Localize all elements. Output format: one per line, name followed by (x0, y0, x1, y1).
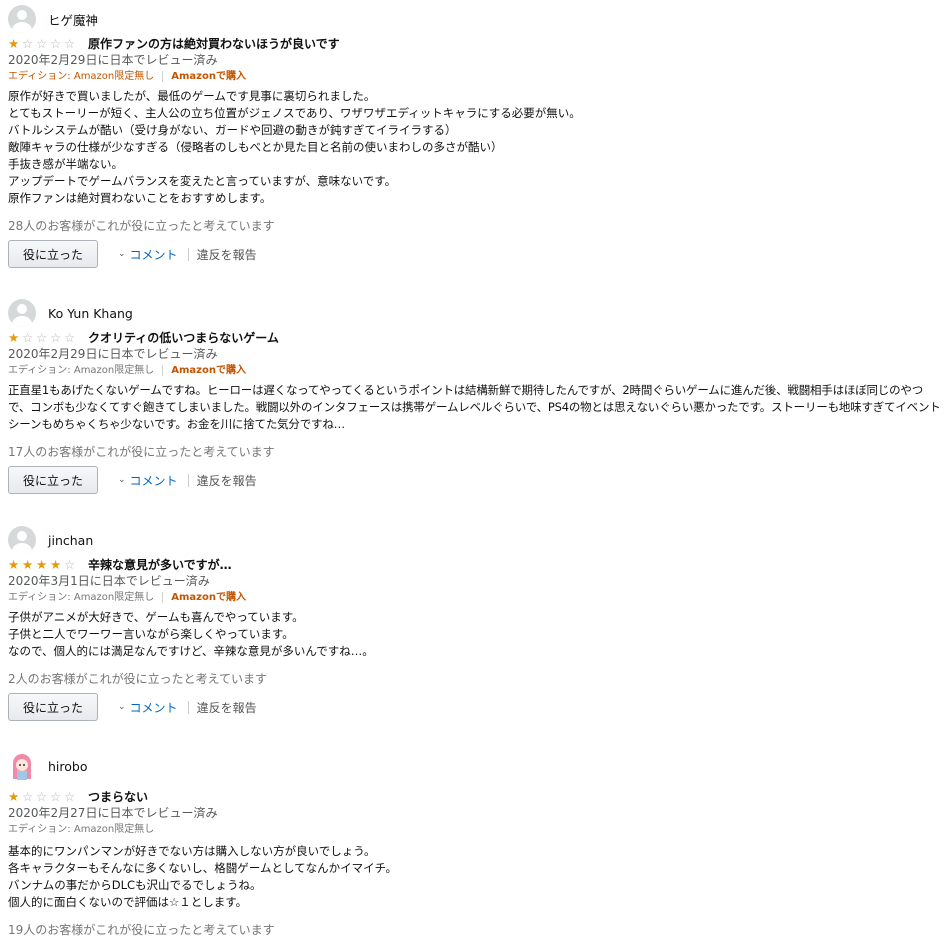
helpful-button[interactable]: 役に立った (8, 693, 98, 721)
star-rating[interactable]: ★ ☆ ☆ ☆ ☆ (8, 35, 78, 51)
review-date: 2020年2月27日に日本でレビュー済み (8, 806, 218, 820)
anime-avatar (8, 752, 36, 780)
divider (162, 592, 164, 603)
verified-purchase-badge: Amazonで購入 (171, 365, 246, 376)
comment-label: コメント (129, 247, 178, 262)
chevron-down-icon: ⌄ (118, 475, 126, 485)
edition-label: エディション: Amazon限定無し (8, 592, 155, 603)
verified-purchase-badge: Amazonで購入 (171, 592, 246, 603)
helpful-count: 2人のお客様がこれが役に立ったと考えています (8, 672, 268, 686)
avatar (8, 526, 36, 554)
star-empty-icon: ☆ (22, 788, 34, 804)
comment-link[interactable]: ⌄ コメント (118, 246, 178, 263)
star-filled-icon: ★ (8, 35, 20, 51)
star-empty-icon: ☆ (64, 788, 76, 804)
review-line: 基本的にワンパンマンが好きでない方は購入しない方が良いでしょう。 (8, 844, 376, 858)
review-date: 2020年3月1日に日本でレビュー済み (8, 574, 210, 588)
divider (162, 71, 164, 82)
star-rating[interactable]: ★ ★ ★ ★ ☆ (8, 556, 78, 572)
reviewer-profile[interactable]: Ko Yun Khang (8, 298, 944, 328)
review-date: 2020年2月29日に日本でレビュー済み (8, 347, 218, 361)
star-empty-icon: ☆ (64, 35, 76, 51)
helpful-button[interactable]: 役に立った (8, 240, 98, 268)
helpful-count: 28人のお客様がこれが役に立ったと考えています (8, 219, 275, 233)
review-line: 子供がアニメが大好きで、ゲームも喜んでやっています。 (8, 610, 304, 624)
report-abuse-link[interactable]: 違反を報告 (197, 246, 257, 263)
reviewer-name[interactable]: hirobo (48, 759, 88, 774)
review-line: 子供と二人でワーワー言いながら楽しくやっています。 (8, 627, 294, 641)
star-empty-icon: ☆ (36, 329, 48, 345)
reviewer-profile[interactable]: ヒゲ魔神 (8, 4, 944, 34)
divider (187, 247, 189, 261)
reviewer-profile[interactable]: jinchan (8, 525, 944, 555)
star-filled-icon: ★ (36, 556, 48, 572)
star-empty-icon: ☆ (64, 329, 76, 345)
edition-label: エディション: Amazon限定無し (8, 365, 155, 376)
divider (187, 473, 189, 487)
reviewer-name[interactable]: ヒゲ魔神 (48, 10, 98, 29)
review-title[interactable]: クオリティの低いつまらないゲーム (88, 329, 279, 346)
avatar (8, 299, 36, 327)
divider (187, 700, 189, 714)
comment-link[interactable]: ⌄ コメント (118, 472, 178, 489)
helpful-count: 19人のお客様がこれが役に立ったと考えています (8, 923, 275, 937)
review-body: 正直星1もあげたくないゲームですね。ヒーローは遅くなってやってくるというポイント… (8, 382, 944, 433)
edition-link[interactable]: エディション: Amazon限定無し (8, 69, 154, 84)
review-card: jinchan ★ ★ ★ ★ ☆ 辛辣な意見が多いですが… 2020年3月1日… (8, 525, 944, 721)
star-empty-icon: ☆ (22, 35, 34, 51)
review-paragraph: 正直星1もあげたくないゲームですね。ヒーローは遅くなってやってくるというポイント… (8, 383, 941, 431)
comment-label: コメント (129, 473, 178, 488)
review-card: Ko Yun Khang ★ ☆ ☆ ☆ ☆ クオリティの低いつまらないゲーム … (8, 298, 944, 494)
review-card: hirobo ★ ☆ ☆ ☆ ☆ つまらない 2020年2月27日に日本でレビュ… (8, 751, 944, 938)
review-title[interactable]: 原作ファンの方は絶対買わないほうが良いです (88, 35, 340, 52)
review-line: なので、個人的には満足なんですけど、辛辣な意見が多いんですね…。 (8, 644, 374, 658)
comment-label: コメント (129, 700, 178, 715)
review-line: 個人的に面白くないので評価は☆１とします。 (8, 895, 248, 909)
report-abuse-link[interactable]: 違反を報告 (197, 472, 257, 489)
star-filled-icon: ★ (8, 788, 20, 804)
star-filled-icon: ★ (50, 556, 62, 572)
review-line: 原作が好きで買いましたが、最低のゲームです見事に裏切られました。 (8, 89, 376, 103)
star-filled-icon: ★ (8, 556, 20, 572)
star-empty-icon: ☆ (36, 35, 48, 51)
reviewer-name[interactable]: Ko Yun Khang (48, 306, 133, 321)
review-line: とてもストーリーが短く、主人公の立ち位置がジェノスであり、ワザワザエディットキャ… (8, 106, 581, 120)
avatar (8, 5, 36, 33)
comment-link[interactable]: ⌄ コメント (118, 699, 178, 716)
star-filled-icon: ★ (22, 556, 34, 572)
helpful-button[interactable]: 役に立った (8, 466, 98, 494)
review-line: 手抜き感が半端ない。 (8, 157, 123, 171)
review-title[interactable]: 辛辣な意見が多いですが… (88, 556, 232, 573)
review-line: バトルシステムが酷い（受け身がない、ガードや回避の動きが鈍すぎてイライラする） (8, 123, 457, 137)
review-line: 各キャラクターもそんなに多くないし、格闘ゲームとしてなんかイマイチ。 (8, 861, 398, 875)
review-line: アップデートでゲームバランスを変えたと言っていますが、意味ないです。 (8, 174, 397, 188)
edition-label: エディション: Amazon限定無し (8, 824, 155, 835)
review-card: ヒゲ魔神 ★ ☆ ☆ ☆ ☆ 原作ファンの方は絶対買わないほうが良いです 202… (8, 4, 944, 268)
review-line: バンナムの事だからDLCも沢山でるでしょうね。 (8, 878, 262, 892)
star-rating[interactable]: ★ ☆ ☆ ☆ ☆ (8, 329, 78, 345)
star-empty-icon: ☆ (50, 35, 62, 51)
helpful-count: 17人のお客様がこれが役に立ったと考えています (8, 445, 275, 459)
divider (162, 365, 164, 376)
report-abuse-link[interactable]: 違反を報告 (197, 699, 257, 716)
star-empty-icon: ☆ (50, 788, 62, 804)
chevron-down-icon: ⌄ (118, 249, 126, 259)
review-line: 敵陣キャラの仕様が少なすぎる（侵略者のしもべとか見た目と名前の使いまわしの多さが… (8, 140, 503, 154)
star-empty-icon: ☆ (36, 788, 48, 804)
review-date: 2020年2月29日に日本でレビュー済み (8, 53, 218, 67)
star-empty-icon: ☆ (22, 329, 34, 345)
reviewer-profile[interactable]: hirobo (8, 751, 944, 781)
verified-purchase-badge: Amazonで購入 (171, 71, 246, 82)
star-empty-icon: ☆ (50, 329, 62, 345)
review-line: 原作ファンは絶対買わないことをおすすめします。 (8, 191, 272, 205)
review-body: 基本的にワンパンマンが好きでない方は購入しない方が良いでしょう。 各キャラクター… (8, 843, 944, 911)
star-rating[interactable]: ★ ☆ ☆ ☆ ☆ (8, 788, 78, 804)
star-empty-icon: ☆ (64, 556, 76, 572)
reviewer-name[interactable]: jinchan (48, 533, 93, 548)
review-body: 子供がアニメが大好きで、ゲームも喜んでやっています。 子供と二人でワーワー言いな… (8, 609, 944, 660)
star-filled-icon: ★ (8, 329, 20, 345)
review-title[interactable]: つまらない (88, 788, 148, 805)
chevron-down-icon: ⌄ (118, 702, 126, 712)
review-body: 原作が好きで買いましたが、最低のゲームです見事に裏切られました。 とてもストーリ… (8, 88, 944, 207)
